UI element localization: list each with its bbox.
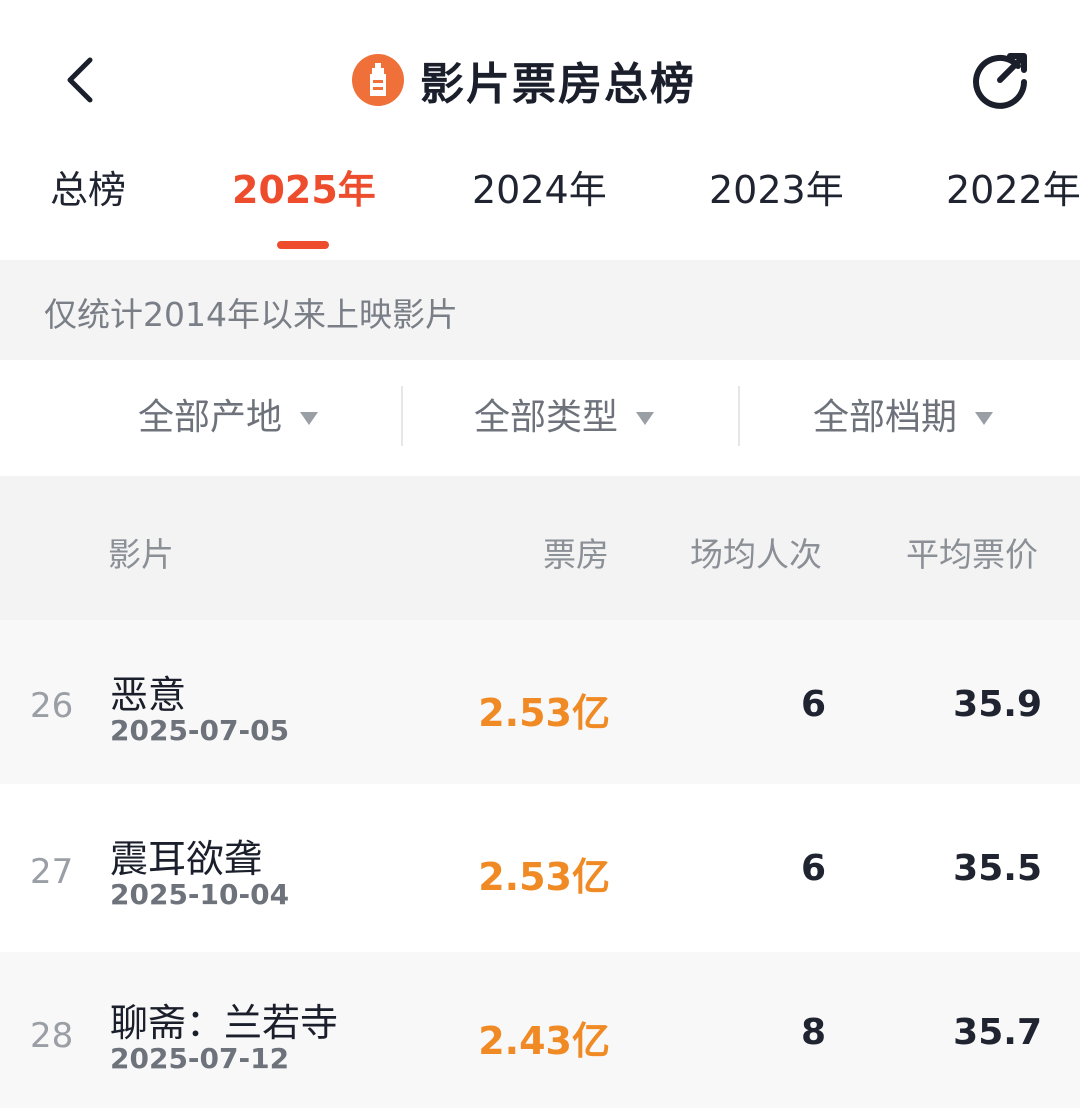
table-header: 影片 票房 场均人次 平均票价 bbox=[0, 476, 1080, 620]
filter-schedule-label: 全部档期 bbox=[813, 397, 958, 438]
caret-down-icon bbox=[636, 411, 655, 425]
boxoffice-value: 2.53亿 bbox=[478, 855, 610, 899]
tab-2022[interactable]: 2022年 bbox=[946, 158, 1080, 222]
rank-number: 27 bbox=[30, 852, 74, 892]
filter-schedule[interactable]: 全部档期 bbox=[813, 388, 994, 448]
refresh-button[interactable] bbox=[966, 44, 1034, 114]
filter-region[interactable]: 全部产地 bbox=[138, 388, 319, 448]
filter-bar: 全部产地 全部类型 全部档期 bbox=[0, 360, 1080, 476]
top-bar: 影片票房总榜 bbox=[0, 0, 1080, 150]
filter-divider bbox=[738, 386, 740, 446]
movie-title: 聊斋：兰若寺 bbox=[110, 1001, 339, 1045]
avg-price-value: 35.9 bbox=[953, 684, 1042, 725]
page-title: 影片票房总榜 bbox=[420, 59, 696, 110]
filter-genre-label: 全部类型 bbox=[474, 397, 619, 438]
avg-price-value: 35.7 bbox=[953, 1012, 1042, 1053]
table-row[interactable]: 28 聊斋：兰若寺 2025-07-12 2.43亿 8 35.7 bbox=[0, 952, 1080, 1108]
movie-title: 恶意 bbox=[110, 673, 187, 717]
notice-text: 仅统计2014年以来上映影片 bbox=[44, 295, 458, 334]
avg-people-value: 6 bbox=[800, 848, 826, 889]
chevron-left-icon bbox=[67, 57, 93, 103]
rank-number: 26 bbox=[30, 686, 74, 726]
tab-2024[interactable]: 2024年 bbox=[472, 158, 607, 222]
refresh-icon bbox=[973, 53, 1027, 109]
year-tabs: 总榜 2025年 2024年 2023年 2022年 bbox=[0, 150, 1080, 260]
active-tab-indicator bbox=[277, 241, 329, 249]
lighthouse-logo-icon bbox=[352, 54, 404, 106]
column-header-avg-price[interactable]: 平均票价 bbox=[906, 528, 1038, 576]
tab-total[interactable]: 总榜 bbox=[50, 158, 126, 222]
table-row[interactable]: 26 恶意 2025-07-05 2.53亿 6 35.9 bbox=[0, 620, 1080, 784]
caret-down-icon bbox=[300, 411, 319, 425]
movie-title: 震耳欲聋 bbox=[110, 837, 263, 881]
filter-genre[interactable]: 全部类型 bbox=[474, 388, 655, 448]
page-title-group: 影片票房总榜 bbox=[352, 44, 696, 116]
filter-region-label: 全部产地 bbox=[138, 397, 283, 438]
release-date: 2025-07-12 bbox=[110, 1042, 290, 1075]
tab-2025[interactable]: 2025年 bbox=[232, 158, 376, 222]
notice-bar: 仅统计2014年以来上映影片 bbox=[0, 260, 1080, 360]
avg-people-value: 8 bbox=[800, 1012, 826, 1053]
caret-down-icon bbox=[975, 411, 994, 425]
column-header-movie: 影片 bbox=[108, 535, 174, 574]
column-header-boxoffice[interactable]: 票房 bbox=[543, 528, 609, 576]
release-date: 2025-10-04 bbox=[110, 878, 290, 911]
table-row[interactable]: 27 震耳欲聋 2025-10-04 2.53亿 6 35.5 bbox=[0, 786, 1080, 950]
boxoffice-value: 2.53亿 bbox=[478, 691, 610, 735]
avg-price-value: 35.5 bbox=[953, 848, 1042, 889]
filter-divider bbox=[401, 386, 403, 446]
boxoffice-value: 2.43亿 bbox=[478, 1019, 610, 1063]
release-date: 2025-07-05 bbox=[110, 714, 290, 747]
column-header-avg-people[interactable]: 场均人次 bbox=[690, 528, 822, 576]
back-button[interactable] bbox=[52, 48, 112, 112]
tab-2023[interactable]: 2023年 bbox=[709, 158, 844, 222]
avg-people-value: 6 bbox=[800, 684, 826, 725]
rank-number: 28 bbox=[30, 1016, 74, 1056]
